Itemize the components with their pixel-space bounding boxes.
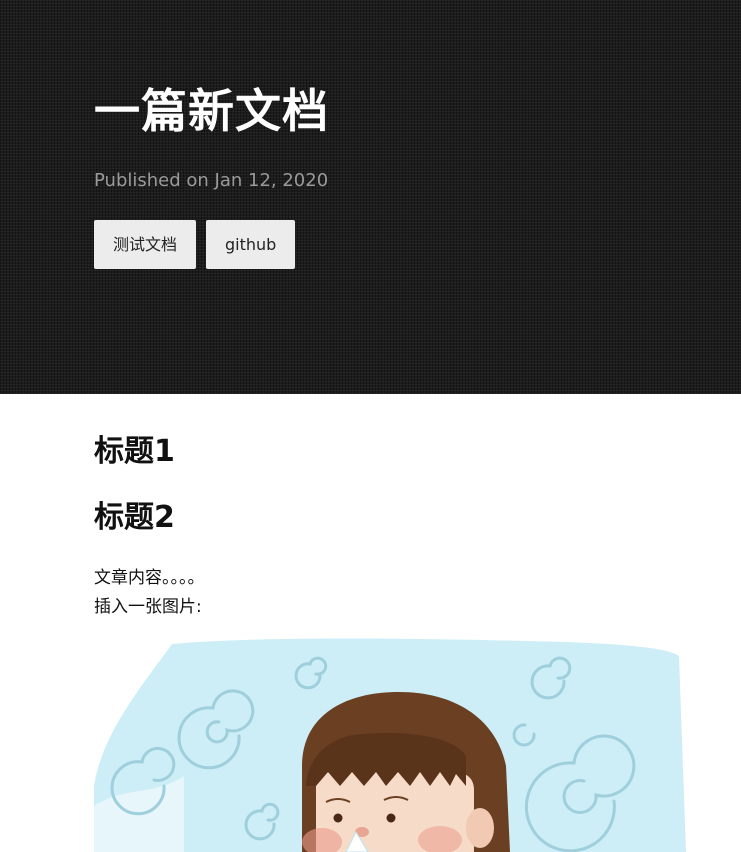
ear (466, 808, 494, 848)
eye (386, 813, 396, 823)
published-date: Published on Jan 12, 2020 (94, 170, 329, 191)
tag-button-github[interactable]: github (206, 220, 296, 269)
tag-list: 测试文档 github (94, 220, 296, 269)
paragraph-line: 文章内容。。。。 (94, 568, 205, 588)
tag-button-test-doc[interactable]: 测试文档 (94, 220, 197, 269)
article-heading-2: 标题2 (94, 500, 175, 535)
post-title: 一篇新文档 (94, 84, 329, 138)
eye (333, 813, 343, 823)
post-hero-header: 一篇新文档 Published on Jan 12, 2020 测试文档 git… (0, 0, 741, 394)
article-heading-1: 标题1 (94, 434, 175, 469)
article-paragraph: 文章内容。。。。 插入一张图片: (94, 564, 205, 622)
paragraph-line: 插入一张图片: (94, 597, 202, 617)
girl-with-tissue-illustration (94, 636, 686, 852)
